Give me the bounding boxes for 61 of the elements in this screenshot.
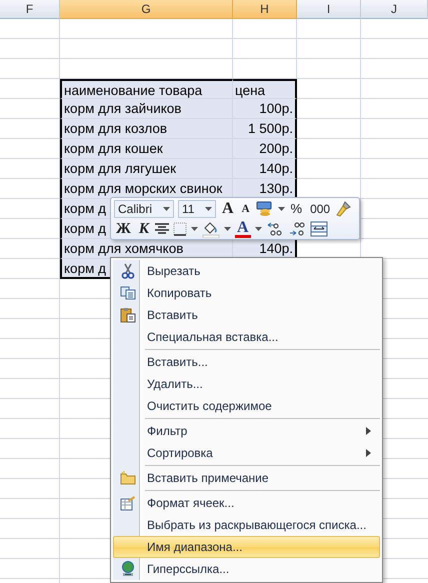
caret-icon bbox=[254, 226, 262, 230]
shrink-font-button[interactable]: A bbox=[240, 200, 252, 218]
brush-icon[interactable] bbox=[336, 200, 352, 216]
caret-icon bbox=[205, 206, 212, 210]
column-header[interactable]: G bbox=[60, 0, 233, 19]
table-cell: 200р. bbox=[233, 139, 297, 159]
submenu-arrow-icon bbox=[366, 449, 371, 457]
globe-icon bbox=[120, 561, 136, 577]
italic-button[interactable]: К bbox=[136, 220, 152, 238]
column-header[interactable]: H bbox=[233, 0, 297, 19]
font-size-field[interactable]: 11 bbox=[178, 200, 216, 218]
submenu-arrow-icon bbox=[366, 427, 371, 435]
menu-item[interactable]: Очистить содержимое bbox=[113, 395, 380, 417]
table-cell: корм для кошек bbox=[60, 139, 233, 159]
percent-button[interactable]: % bbox=[288, 200, 304, 218]
menu-item[interactable]: Вставить... bbox=[113, 351, 380, 373]
grow-font-button[interactable]: A bbox=[220, 200, 236, 218]
menu-item[interactable]: Вставить примечание bbox=[113, 467, 380, 489]
copy-icon bbox=[120, 286, 136, 300]
font-field[interactable]: Calibri bbox=[114, 200, 174, 218]
decrease-decimal-icon[interactable] bbox=[266, 220, 284, 236]
format-icon bbox=[120, 495, 136, 511]
caret-icon bbox=[191, 226, 198, 230]
clipboard-icon bbox=[120, 307, 136, 323]
column-header[interactable]: F bbox=[0, 0, 60, 19]
menu-item[interactable]: Фильтр bbox=[113, 420, 380, 442]
thousands-button[interactable]: 000 bbox=[308, 200, 332, 218]
menu-item[interactable]: Вставить bbox=[113, 304, 380, 326]
menu-item[interactable]: Копировать bbox=[113, 282, 380, 304]
font-color-button[interactable]: A bbox=[235, 220, 251, 238]
table-cell: корм для лягушек bbox=[60, 159, 233, 179]
table-cell: 140р. bbox=[233, 159, 297, 179]
table-cell: цена bbox=[233, 79, 297, 99]
merge-center-icon[interactable] bbox=[310, 220, 328, 236]
scissors-icon bbox=[120, 263, 134, 279]
caret-icon bbox=[278, 206, 285, 210]
menu-item[interactable]: Удалить... bbox=[113, 373, 380, 395]
folder-icon bbox=[120, 471, 136, 485]
menu-item[interactable]: Гиперссылка... bbox=[113, 558, 380, 580]
caret-icon bbox=[163, 206, 170, 210]
menu-item[interactable]: Сортировка bbox=[113, 442, 380, 464]
table-cell: 100р. bbox=[233, 99, 297, 119]
column-header[interactable]: I bbox=[297, 0, 361, 19]
increase-decimal-icon[interactable] bbox=[288, 220, 306, 236]
menu-item[interactable]: Формат ячеек... bbox=[113, 492, 380, 514]
menu-item[interactable]: Выбрать из раскрывающегося списка... bbox=[113, 514, 380, 536]
column-header[interactable]: J bbox=[361, 0, 428, 19]
coins-icon[interactable] bbox=[256, 200, 274, 216]
menu-item[interactable]: Специальная вставка... bbox=[113, 326, 380, 348]
borders-icon[interactable] bbox=[173, 222, 188, 236]
align-center-icon[interactable] bbox=[155, 222, 170, 234]
table-cell: корм для морских свинок bbox=[60, 179, 233, 199]
fill-bucket-icon[interactable] bbox=[202, 220, 220, 238]
table-cell: 1 500р. bbox=[233, 119, 297, 139]
menu-item[interactable]: Имя диапазона... bbox=[113, 536, 380, 558]
table-cell: корм для козлов bbox=[60, 119, 233, 139]
table-cell: 130р. bbox=[233, 179, 297, 199]
table-cell: корм для зайчиков bbox=[60, 99, 233, 119]
bold-button[interactable]: Ж bbox=[114, 220, 133, 238]
table-cell: наименование товара bbox=[60, 79, 233, 99]
caret-icon bbox=[224, 226, 232, 230]
